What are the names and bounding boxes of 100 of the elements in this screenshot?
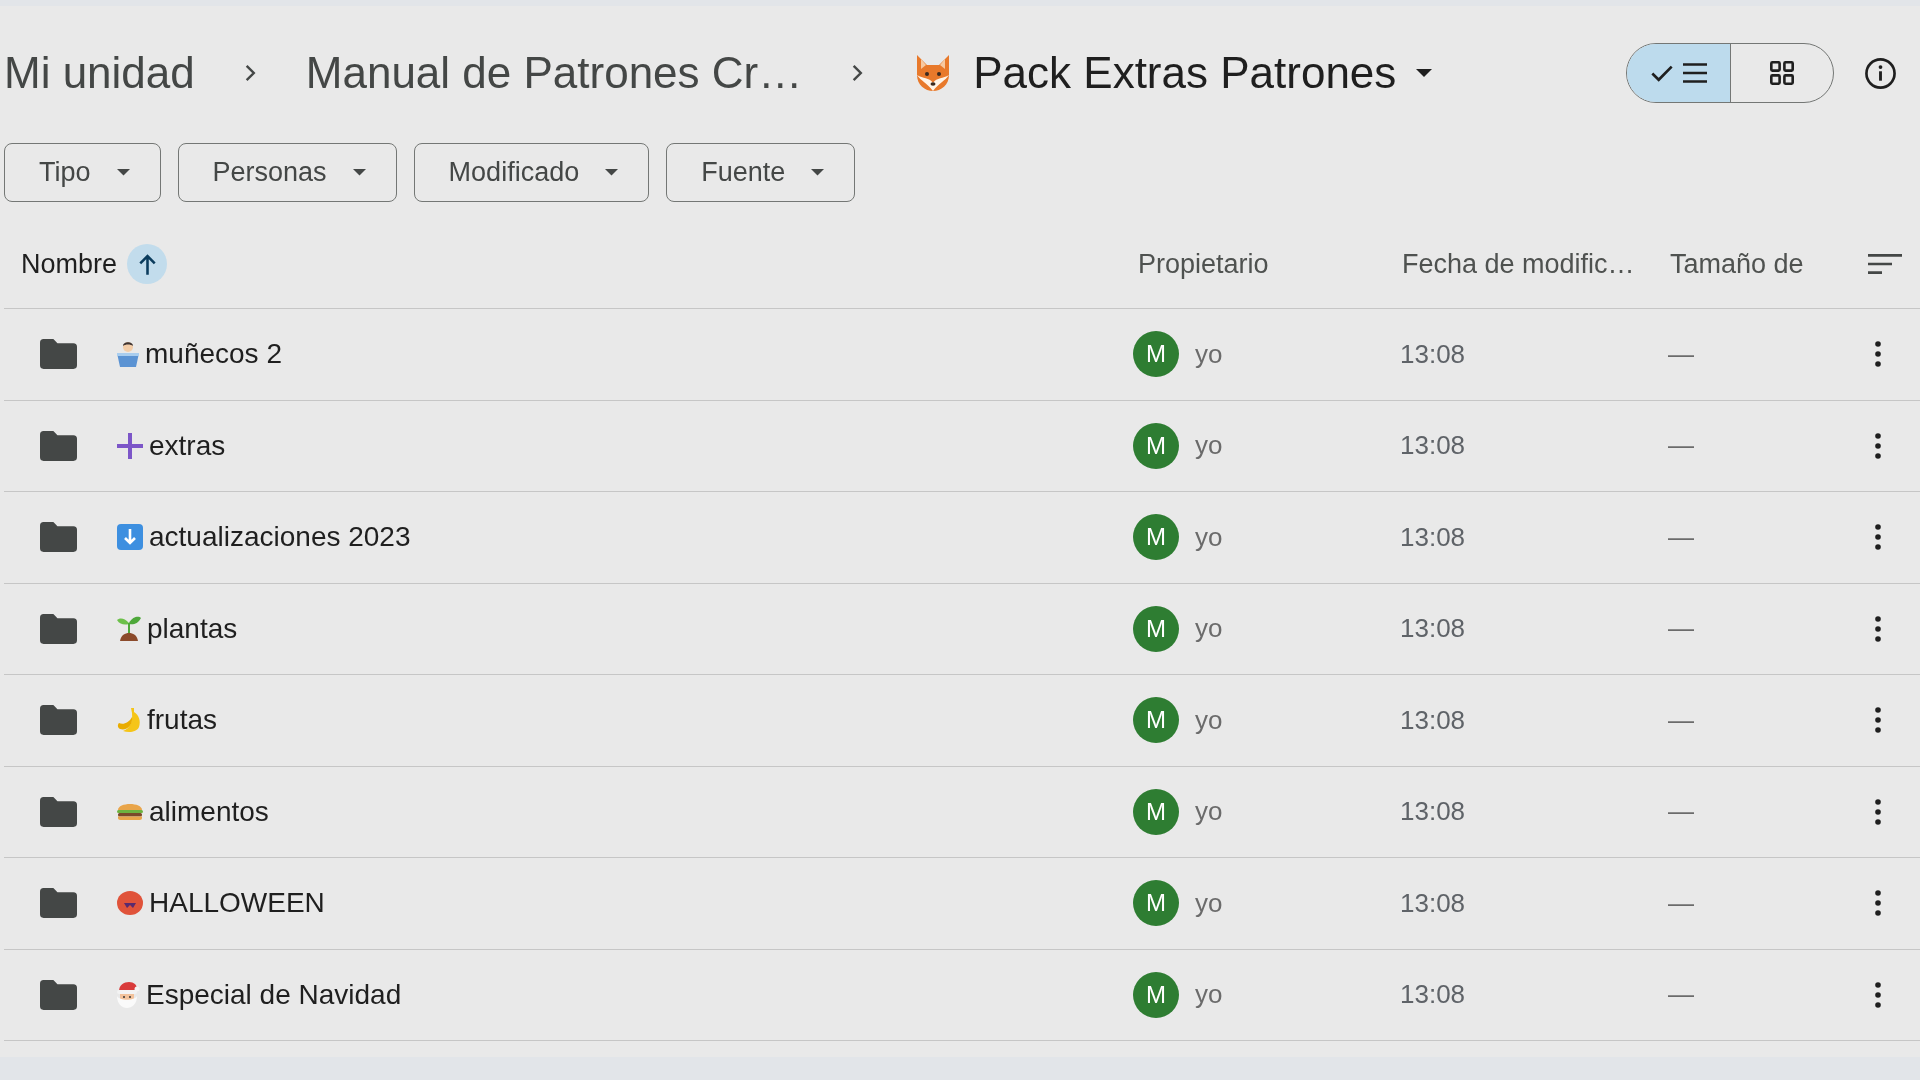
avatar: M bbox=[1133, 605, 1179, 652]
modified-time: 13:08 bbox=[1400, 429, 1466, 463]
folder-name: Especial de Navidad bbox=[146, 977, 402, 1012]
more-actions-button[interactable] bbox=[1875, 798, 1881, 825]
folder-row[interactable]: muñecos 2 M yo 13:08 — bbox=[4, 309, 1920, 401]
more-icon bbox=[1875, 890, 1881, 917]
more-actions-button[interactable] bbox=[1875, 890, 1881, 917]
more-actions-button[interactable] bbox=[1875, 981, 1881, 1008]
avatar: M bbox=[1133, 880, 1179, 927]
avatar: M bbox=[1133, 331, 1179, 378]
monster-face-icon bbox=[117, 891, 143, 916]
info-icon bbox=[1865, 57, 1896, 89]
owner-name: yo bbox=[1195, 703, 1223, 737]
more-actions-button[interactable] bbox=[1875, 615, 1881, 642]
column-header[interactable]: Fecha de modific… bbox=[1402, 243, 1635, 285]
file-size: — bbox=[1668, 429, 1694, 463]
file-size: — bbox=[1668, 612, 1694, 646]
column-header[interactable]: Propietario bbox=[1138, 243, 1269, 285]
more-actions-button[interactable] bbox=[1875, 341, 1881, 368]
owner-name: yo bbox=[1195, 520, 1223, 554]
modified-time: 13:08 bbox=[1400, 703, 1466, 737]
file-size: — bbox=[1668, 978, 1694, 1012]
caret-icon bbox=[352, 169, 366, 176]
arrow-up-icon bbox=[138, 253, 156, 275]
owner-name: yo bbox=[1195, 337, 1223, 371]
list-view-button[interactable] bbox=[1627, 44, 1730, 102]
folder-icon bbox=[40, 888, 77, 919]
more-icon bbox=[1875, 707, 1881, 734]
file-size: — bbox=[1668, 703, 1694, 737]
file-size: — bbox=[1668, 337, 1694, 371]
sprout-icon bbox=[117, 616, 141, 642]
breadcrumb-link[interactable]: Manual de Patrones Cr… bbox=[305, 46, 803, 100]
folder-name: actualizaciones 2023 bbox=[149, 520, 411, 555]
filter-dropdown[interactable]: Modificado bbox=[413, 143, 650, 202]
modified-time: 13:08 bbox=[1400, 978, 1466, 1012]
more-icon bbox=[1875, 981, 1881, 1008]
modified-time: 13:08 bbox=[1400, 612, 1466, 646]
file-size: — bbox=[1668, 520, 1694, 554]
folder-icon bbox=[40, 796, 77, 827]
current-folder-button[interactable]: Pack Extras Patrones bbox=[913, 46, 1433, 100]
folder-name: extras bbox=[149, 428, 226, 463]
filter-dropdown[interactable]: Tipo bbox=[4, 143, 161, 202]
chevron-icon bbox=[244, 64, 256, 82]
more-actions-button[interactable] bbox=[1875, 524, 1881, 551]
avatar: M bbox=[1133, 697, 1179, 744]
more-icon bbox=[1875, 615, 1881, 642]
folder-name: frutas bbox=[147, 703, 218, 738]
owner-name: yo bbox=[1195, 795, 1223, 829]
more-icon bbox=[1875, 524, 1881, 551]
caret-icon bbox=[116, 169, 130, 176]
column-header[interactable]: Tamaño de bbox=[1670, 243, 1804, 285]
filter-dropdown[interactable]: Personas bbox=[177, 143, 397, 202]
folder-row[interactable]: plantas M yo 13:08 — bbox=[4, 583, 1920, 675]
banana-icon bbox=[117, 707, 141, 733]
more-icon bbox=[1875, 341, 1881, 368]
avatar: M bbox=[1133, 422, 1179, 469]
folder-row[interactable]: HALLOWEEN M yo 13:08 — bbox=[4, 858, 1920, 950]
sort-direction-button[interactable] bbox=[127, 244, 168, 284]
folder-icon bbox=[40, 979, 77, 1010]
sort-options-button[interactable] bbox=[1868, 254, 1902, 274]
folder-icon bbox=[40, 705, 77, 736]
filter-dropdown[interactable]: Fuente bbox=[666, 143, 856, 202]
santa-icon bbox=[117, 981, 140, 1008]
modified-time: 13:08 bbox=[1400, 520, 1466, 554]
burger-icon bbox=[117, 803, 143, 820]
more-icon bbox=[1875, 432, 1881, 459]
folder-icon bbox=[40, 613, 77, 644]
folder-name: plantas bbox=[147, 611, 238, 646]
folder-icon bbox=[40, 522, 77, 553]
breadcrumb-link[interactable]: Mi unidad bbox=[4, 46, 195, 100]
caret-icon bbox=[605, 169, 619, 176]
folder-name: alimentos bbox=[149, 794, 269, 829]
more-icon bbox=[1875, 798, 1881, 825]
folder-row[interactable]: Especial de Navidad M yo 13:08 — bbox=[4, 949, 1920, 1041]
more-actions-button[interactable] bbox=[1875, 432, 1881, 459]
modified-time: 13:08 bbox=[1400, 795, 1466, 829]
folder-row[interactable]: alimentos M yo 13:08 — bbox=[4, 766, 1920, 858]
folder-row[interactable]: frutas M yo 13:08 — bbox=[4, 675, 1920, 767]
folder-icon bbox=[40, 430, 77, 461]
folder-row[interactable]: actualizaciones 2023 M yo 13:08 — bbox=[4, 492, 1920, 584]
folder-icon bbox=[40, 339, 77, 370]
file-size: — bbox=[1668, 795, 1694, 829]
more-actions-button[interactable] bbox=[1875, 707, 1881, 734]
column-header[interactable]: Nombre bbox=[21, 243, 118, 285]
check-icon bbox=[1650, 64, 1673, 82]
plus-icon bbox=[117, 432, 143, 459]
modified-time: 13:08 bbox=[1400, 337, 1466, 371]
avatar: M bbox=[1133, 514, 1179, 561]
info-button[interactable] bbox=[1865, 57, 1896, 89]
owner-name: yo bbox=[1195, 612, 1223, 646]
sort-lines-icon bbox=[1868, 254, 1902, 274]
owner-name: yo bbox=[1195, 886, 1223, 920]
folder-row[interactable]: extras M yo 13:08 — bbox=[4, 400, 1920, 492]
figure-icon bbox=[117, 341, 139, 368]
file-size: — bbox=[1668, 886, 1694, 920]
grid-icon bbox=[1770, 61, 1794, 85]
caret-icon bbox=[1416, 69, 1433, 77]
caret-icon bbox=[811, 169, 825, 176]
owner-name: yo bbox=[1195, 429, 1223, 463]
folder-name: HALLOWEEN bbox=[149, 886, 325, 921]
